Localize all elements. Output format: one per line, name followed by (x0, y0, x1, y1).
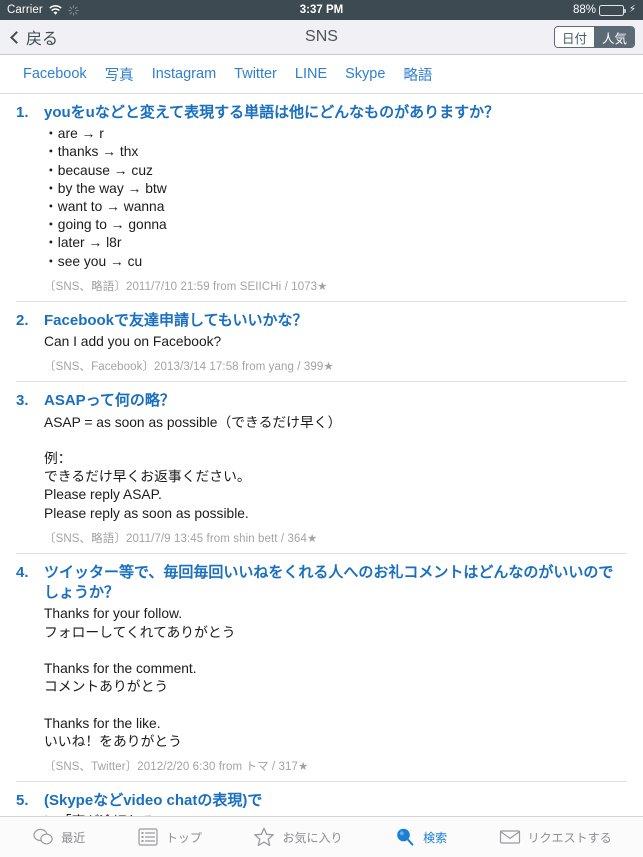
entry-title[interactable]: ツイッター等で、毎回毎回いいねをくれる人へのお礼コメントはどんなのがいいのでしょ… (44, 563, 627, 604)
entry-number: 2. (16, 311, 29, 329)
tab-recent-label: 最近 (61, 830, 86, 845)
nav-bar: 戻る SNS 日付 人気 (0, 20, 643, 55)
entry-title[interactable]: ASAPって何の略？ (44, 391, 627, 411)
entry-meta: 〔SNS、Twitter〕2012/2/20 6:30 from トマ / 31… (44, 760, 309, 773)
entry-header: 5. (Skypeなどvideo chatの表現)で (16, 791, 627, 811)
list-item[interactable]: 2. Facebookで友達申請してもいいかな？ Can I add you o… (16, 300, 627, 381)
back-button-label: 戻る (26, 31, 59, 48)
entry-body: ASAP = as soon as possible（できるだけ早く） 例： で… (44, 414, 342, 521)
tab-recent[interactable]: 最近 (31, 825, 85, 849)
tag-twitter[interactable]: Twitter (225, 64, 286, 84)
tag-line[interactable]: LINE (286, 64, 336, 84)
tag-facebook[interactable]: Facebook (14, 64, 96, 84)
entry-meta: 〔SNS、Facebook〕2013/3/14 17:58 from yang … (44, 361, 334, 374)
sort-segmented-control[interactable]: 日付 人気 (553, 26, 635, 48)
tab-favorites-label: お気に入り (282, 830, 343, 845)
tab-top-label: トップ (165, 830, 202, 845)
lightning-bolt-icon: ⚡ (628, 4, 636, 15)
entry-body: Can I add you on Facebook? (44, 334, 222, 350)
status-bar-left: Carrier (7, 4, 79, 16)
status-bar-right: 88% ⚡ (573, 4, 636, 16)
chevron-left-icon (10, 30, 23, 44)
entry-number: 3. (16, 392, 29, 410)
tab-top[interactable]: トップ (136, 825, 202, 849)
status-bar-clock: 3:37 PM (299, 4, 344, 16)
page-title: SNS (305, 28, 338, 45)
tab-search[interactable]: 検索 (393, 825, 447, 849)
entry-body: Thanks for your follow. フォローしてくれてありがとう T… (44, 606, 236, 749)
entry-number: 5. (16, 791, 29, 809)
entry-meta: 〔SNS、略語〕2011/7/9 13:45 from shin bett / … (44, 532, 318, 545)
list-item[interactable]: 4. ツイッター等で、毎回毎回いいねをくれる人へのお礼コメントはどんなのがいいの… (16, 552, 627, 781)
entry-body: ・are → r ・thanks → thx ・because → cuz ・b… (44, 126, 167, 269)
tag-abbreviation[interactable]: 略語 (394, 62, 441, 87)
list-item[interactable]: 3. ASAPって何の略？ ASAP = as soon as possible… (16, 381, 627, 552)
back-button[interactable]: 戻る (8, 23, 62, 51)
entry-title[interactable]: youをuなどと変えて表現する単語は他にどんなものがありますか？ (44, 103, 627, 123)
envelope-icon (498, 825, 522, 849)
app-root: Carrier 3:37 PM 88% ⚡ 戻る SNS 日付 人気 Faceb… (0, 0, 643, 857)
star-icon (252, 825, 276, 849)
entry-header: 4. ツイッター等で、毎回毎回いいねをくれる人へのお礼コメントはどんなのがいいの… (16, 563, 627, 604)
list-icon (136, 825, 160, 849)
tab-search-label: 検索 (423, 830, 448, 845)
tag-filter-row: Facebook 写真 Instagram Twitter LINE Skype… (0, 55, 643, 94)
entry-title[interactable]: Facebookで友達申請してもいいかな？ (44, 311, 627, 331)
entry-header: 3. ASAPって何の略？ (16, 391, 627, 411)
search-icon (393, 825, 417, 849)
sync-icon (68, 4, 79, 16)
battery-icon (598, 4, 627, 16)
entry-number: 4. (16, 563, 29, 581)
tab-request[interactable]: リクエストする (498, 825, 612, 849)
tag-photo[interactable]: 写真 (96, 62, 143, 87)
entry-header: 2. Facebookで友達申請してもいいかな？ (16, 311, 627, 331)
tab-request-label: リクエストする (527, 830, 612, 845)
tag-instagram[interactable]: Instagram (143, 64, 225, 84)
segment-date[interactable]: 日付 (554, 27, 594, 47)
wifi-icon (49, 4, 62, 16)
carrier-label: Carrier (7, 4, 43, 16)
battery-percent-label: 88% (572, 4, 596, 16)
tag-skype[interactable]: Skype (336, 64, 394, 84)
list-item[interactable]: 5. (Skypeなどvideo chatの表現)で ＞「声が途切れる」 (16, 780, 627, 816)
entry-meta: 〔SNS、略語〕2011/7/10 21:59 from SEIICHi / 1… (44, 280, 328, 293)
list-item[interactable]: 1. youをuなどと変えて表現する単語は他にどんなものがありますか？ ・are… (16, 94, 627, 301)
status-bar: Carrier 3:37 PM 88% ⚡ (0, 0, 643, 20)
entry-header: 1. youをuなどと変えて表現する単語は他にどんなものがありますか？ (16, 103, 627, 123)
entry-title[interactable]: (Skypeなどvideo chatの表現)で (44, 791, 627, 811)
chat-bubbles-icon (31, 825, 55, 849)
segment-popular[interactable]: 人気 (593, 27, 634, 47)
entry-number: 1. (16, 104, 29, 121)
bottom-tab-bar: 最近 トップ お気に入り 検索 リクエストする (0, 816, 643, 857)
tab-favorites[interactable]: お気に入り (252, 825, 342, 849)
entry-list: 1. youをuなどと変えて表現する単語は他にどんなものがありますか？ ・are… (0, 94, 643, 816)
